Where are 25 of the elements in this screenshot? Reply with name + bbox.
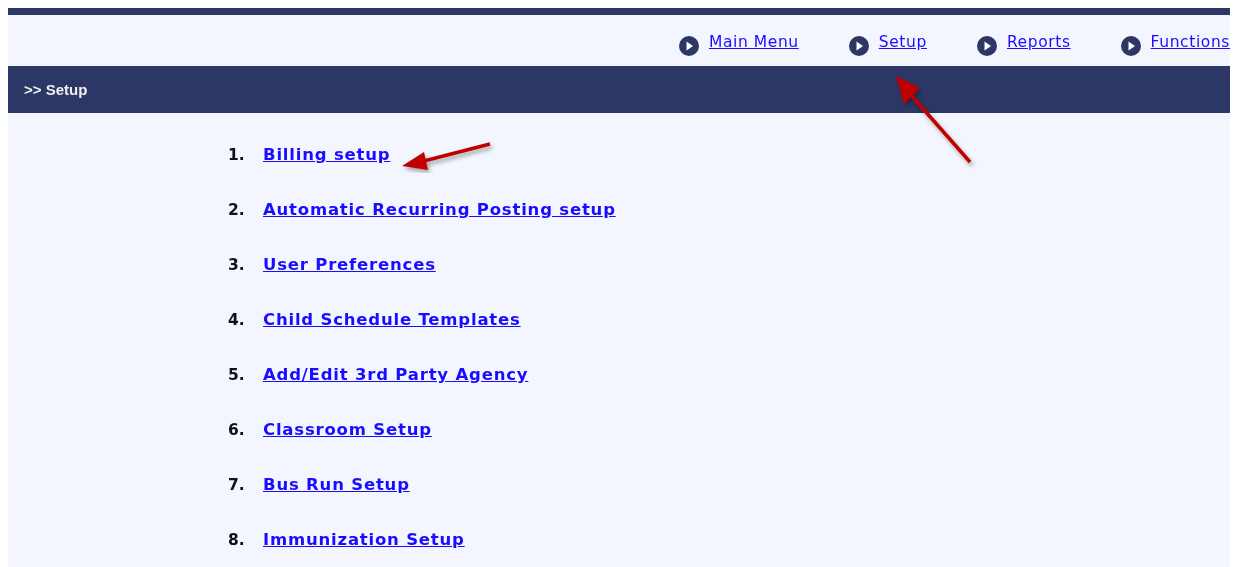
menu-link[interactable]: Classroom Setup [263, 420, 432, 439]
item-number: 2. [228, 201, 246, 219]
play-circle-icon [976, 35, 997, 56]
breadcrumb-title: >> Setup [24, 81, 88, 98]
nav-link[interactable]: Main Menu [708, 32, 799, 51]
menu-link[interactable]: Immunization Setup [263, 530, 465, 549]
menu-link[interactable]: Bus Run Setup [263, 475, 410, 494]
menu-link[interactable]: Add/Edit 3rd Party Agency [263, 365, 529, 384]
item-number: 3. [228, 256, 246, 274]
item-number: 5. [228, 366, 246, 384]
play-circle-icon [848, 35, 869, 56]
item-number: 8. [228, 531, 246, 549]
item-number: 4. [228, 311, 246, 329]
play-circle-icon [678, 35, 699, 56]
menu-link[interactable]: Automatic Recurring Posting setup [263, 200, 616, 219]
nav-link[interactable]: Reports [1006, 32, 1071, 51]
play-circle-icon [1120, 35, 1141, 56]
nav-link[interactable]: Setup [878, 32, 927, 51]
item-number: 1. [228, 146, 246, 164]
nav-link[interactable]: Functions [1150, 32, 1230, 51]
item-number: 7. [228, 476, 246, 494]
menu-link[interactable]: Billing setup [263, 145, 391, 164]
item-number: 6. [228, 421, 246, 439]
menu-link[interactable]: Child Schedule Templates [263, 310, 521, 329]
menu-link[interactable]: User Preferences [263, 255, 436, 274]
